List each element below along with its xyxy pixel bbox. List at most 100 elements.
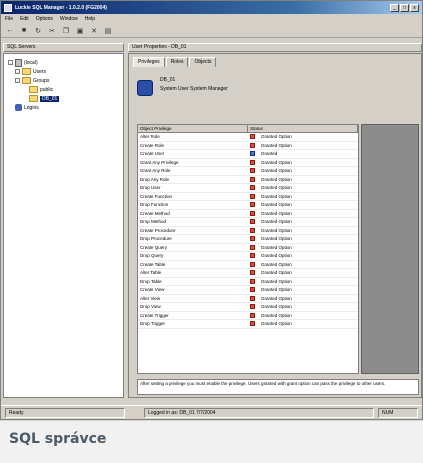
status-checkbox[interactable] bbox=[250, 312, 256, 318]
privilege-name: Drop Method bbox=[140, 219, 167, 225]
status-checkbox[interactable] bbox=[250, 151, 256, 157]
tab-privileges[interactable]: Privileges bbox=[133, 57, 165, 67]
tree-node[interactable]: public bbox=[8, 85, 59, 94]
menu-options[interactable]: Options bbox=[36, 16, 53, 22]
table-row[interactable]: Create Procedure Granted Option bbox=[138, 227, 358, 235]
back-icon[interactable]: ← bbox=[5, 26, 15, 36]
status-checkbox[interactable] bbox=[250, 219, 256, 225]
delete-icon[interactable]: ✕ bbox=[89, 26, 99, 36]
maximize-button[interactable]: □ bbox=[400, 3, 409, 12]
privilege-name: Drop Function bbox=[140, 202, 169, 208]
properties-icon[interactable]: ▤ bbox=[103, 26, 113, 36]
table-row[interactable]: Drop Any Role Granted Option bbox=[138, 176, 358, 184]
menu-window[interactable]: Window bbox=[60, 16, 78, 22]
privilege-status: Granted Option bbox=[248, 278, 358, 284]
paste-icon[interactable]: ▣ bbox=[75, 26, 85, 36]
status-label: Granted Option bbox=[261, 142, 292, 148]
title-bar[interactable]: Luckie SQL Manager - 1.0.2.0 (FG2004) _ … bbox=[1, 1, 422, 14]
table-row[interactable]: Drop User Granted Option bbox=[138, 184, 358, 193]
minimize-button[interactable]: _ bbox=[390, 3, 399, 12]
description-box: After setting a privilege you must enabl… bbox=[137, 379, 419, 395]
copy-icon[interactable]: ❐ bbox=[61, 26, 71, 36]
tree-node[interactable]: - Groups bbox=[8, 76, 59, 85]
status-checkbox[interactable] bbox=[250, 253, 256, 259]
database-icon bbox=[15, 104, 22, 111]
menu-edit[interactable]: Edit bbox=[20, 16, 29, 22]
table-row[interactable]: Create Trigger Granted Option bbox=[138, 312, 358, 320]
table-row[interactable]: Drop View Granted Option bbox=[138, 303, 358, 312]
tree-node[interactable]: - Users bbox=[8, 67, 59, 76]
table-row[interactable]: Drop Table Granted Option bbox=[138, 278, 358, 286]
close-button[interactable]: x bbox=[410, 3, 419, 12]
table-row[interactable]: Alter Role Granted Option bbox=[138, 133, 358, 142]
table-row[interactable]: Alter Table Granted Option bbox=[138, 269, 358, 278]
status-checkbox[interactable] bbox=[250, 270, 256, 276]
table-row[interactable]: Create Method Granted Option bbox=[138, 210, 358, 218]
tab-strip: Privileges Roles Objects bbox=[133, 57, 217, 67]
tree-node[interactable]: - (local) bbox=[8, 58, 59, 67]
privilege-name: Drop User bbox=[140, 185, 161, 191]
status-num: NUM bbox=[378, 407, 418, 418]
table-row[interactable]: Drop Function Granted Option bbox=[138, 201, 358, 210]
privilege-status: Granted Option bbox=[248, 236, 358, 242]
menu-help[interactable]: Help bbox=[85, 16, 95, 22]
privilege-status: Granted Option bbox=[248, 176, 358, 182]
status-checkbox[interactable] bbox=[250, 159, 256, 165]
server-tree-pane[interactable]: - (local) - Users - Groups public DB_01 … bbox=[3, 53, 124, 398]
table-row[interactable]: Create Role Granted Option bbox=[138, 142, 358, 150]
status-label: Granted Option bbox=[261, 253, 292, 259]
tree-node-selected[interactable]: DB_01 bbox=[8, 94, 60, 103]
privilege-name: Drop View bbox=[140, 304, 161, 310]
table-row[interactable]: Drop Procedure Granted Option bbox=[138, 235, 358, 244]
privilege-name: Create Procedure bbox=[140, 227, 176, 233]
user-icon bbox=[137, 80, 153, 96]
privilege-status: Granted Option bbox=[248, 134, 358, 140]
status-checkbox[interactable] bbox=[250, 202, 256, 208]
status-checkbox[interactable] bbox=[250, 168, 256, 174]
status-checkbox[interactable] bbox=[250, 134, 256, 140]
table-row[interactable]: Drop Query Granted Option bbox=[138, 252, 358, 261]
tree-node[interactable]: Logins bbox=[8, 103, 59, 112]
status-checkbox[interactable] bbox=[250, 142, 256, 148]
status-checkbox[interactable] bbox=[250, 304, 256, 310]
status-checkbox[interactable] bbox=[250, 236, 256, 242]
table-row[interactable]: Create Query Granted Option bbox=[138, 244, 358, 252]
status-label: Granted Option bbox=[261, 236, 292, 242]
privilege-name: Grant Any Privilege bbox=[140, 159, 179, 165]
privilege-status: Granted bbox=[248, 151, 358, 157]
collapse-icon[interactable]: - bbox=[8, 60, 13, 65]
status-checkbox[interactable] bbox=[250, 295, 256, 301]
menu-file[interactable]: File bbox=[5, 16, 13, 22]
status-checkbox[interactable] bbox=[250, 287, 256, 293]
status-checkbox[interactable] bbox=[250, 185, 256, 191]
status-checkbox[interactable] bbox=[250, 193, 256, 199]
tab-roles[interactable]: Roles bbox=[165, 57, 189, 67]
table-row[interactable]: Create View Granted Option bbox=[138, 286, 358, 295]
cut-icon[interactable]: ✂ bbox=[47, 26, 57, 36]
status-checkbox[interactable] bbox=[250, 176, 256, 182]
collapse-icon[interactable]: - bbox=[15, 69, 20, 74]
tab-objects[interactable]: Objects bbox=[189, 57, 217, 67]
refresh-icon[interactable]: ↻ bbox=[33, 26, 43, 36]
table-row[interactable]: Alter View Granted Option bbox=[138, 295, 358, 303]
status-checkbox[interactable] bbox=[250, 244, 256, 250]
table-row[interactable]: Grant Any Role Granted Option bbox=[138, 167, 358, 176]
table-row[interactable]: Create Function Granted Option bbox=[138, 193, 358, 201]
collapse-icon[interactable]: - bbox=[15, 78, 20, 83]
status-checkbox[interactable] bbox=[250, 227, 256, 233]
status-checkbox[interactable] bbox=[250, 210, 256, 216]
table-row[interactable]: Grant Any Privilege Granted Option bbox=[138, 159, 358, 167]
table-header: Object Privilege Status bbox=[138, 125, 358, 133]
column-header-privilege[interactable]: Object Privilege bbox=[138, 125, 248, 132]
table-row[interactable]: Drop Trigger Granted Option bbox=[138, 320, 358, 329]
status-checkbox[interactable] bbox=[250, 261, 256, 267]
table-row[interactable]: Drop Method Granted Option bbox=[138, 218, 358, 227]
status-checkbox[interactable] bbox=[250, 321, 256, 327]
status-checkbox[interactable] bbox=[250, 278, 256, 284]
column-header-status[interactable]: Status bbox=[248, 125, 358, 132]
table-row[interactable]: Create Table Granted Option bbox=[138, 261, 358, 269]
privilege-status: Granted Option bbox=[248, 185, 358, 191]
forward-icon[interactable]: ■ bbox=[19, 26, 29, 36]
table-row[interactable]: Create User Granted bbox=[138, 150, 358, 159]
privileges-table[interactable]: Object Privilege Status Alter Role Grante… bbox=[137, 124, 359, 374]
